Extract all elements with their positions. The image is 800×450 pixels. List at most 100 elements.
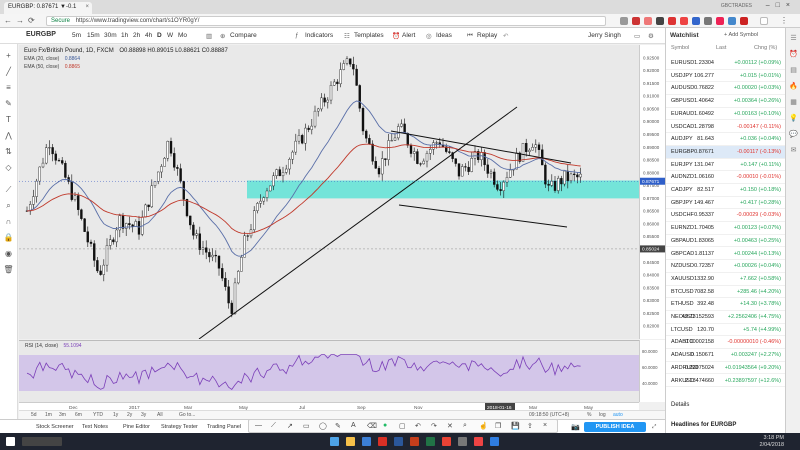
- close-toolbar-icon[interactable]: ×: [543, 422, 547, 429]
- trendline-icon[interactable]: ╱: [3, 66, 14, 77]
- range-3y[interactable]: 3y: [141, 412, 146, 418]
- headlines-section[interactable]: Headlines for EURGBP: [671, 422, 736, 428]
- auto-scale-toggle[interactable]: auto: [613, 412, 623, 418]
- star-icon[interactable]: [620, 17, 628, 25]
- interval-mo[interactable]: Mo: [178, 32, 187, 39]
- ema50-label[interactable]: EMA (50, close): [24, 64, 59, 70]
- save-icon[interactable]: 💾: [511, 422, 520, 430]
- watchlist-row[interactable]: ARDRUSD 0.23075024 +0.01943564 (+9.20%): [666, 362, 786, 375]
- search-box[interactable]: [22, 437, 62, 446]
- calendar-icon[interactable]: ▦: [789, 98, 798, 107]
- publish-idea-button[interactable]: PUBLISH IDEA: [584, 422, 646, 432]
- templates-button[interactable]: Templates: [354, 32, 384, 39]
- watchlist-row[interactable]: ADABTC 0.00002158 -0.00000010 (-0.46%): [666, 336, 786, 350]
- taskbar-app-icon[interactable]: [474, 437, 483, 446]
- watchlist-row[interactable]: GBPCAD 1.81137 +0.00244 (+0.13%): [666, 248, 786, 261]
- rsi-label[interactable]: RSI (14, close): [25, 343, 58, 349]
- watchlist-row[interactable]: GBPUSD 1.40642 +0.00364 (+0.26%): [666, 95, 786, 108]
- extension-icon[interactable]: [632, 17, 640, 25]
- interval-2h[interactable]: 2h: [133, 32, 140, 39]
- watchlist-row[interactable]: NEOUSD 49.73152593 +2.2562406 (+4.75%): [666, 311, 786, 324]
- details-section[interactable]: Details: [671, 402, 689, 408]
- watchlist-row[interactable]: USDCAD 1.28798 -0.00147 (-0.11%): [666, 121, 786, 134]
- share-icon[interactable]: ⇪: [527, 422, 533, 430]
- indicators-button[interactable]: Indicators: [305, 32, 333, 39]
- percent-scale-toggle[interactable]: %: [587, 412, 591, 418]
- ema20-label[interactable]: EMA (20, close): [24, 56, 59, 62]
- fib-icon[interactable]: ≡: [3, 82, 14, 93]
- watchlist-row[interactable]: USDJPY 106.277 +0.015 (+0.01%): [666, 70, 786, 83]
- range-3m[interactable]: 3m: [59, 412, 66, 418]
- redo-drawing-icon[interactable]: ↷: [431, 422, 437, 430]
- browser-tab[interactable]: EURGBP: 0.87671 ▼-0.1 ×: [4, 2, 92, 14]
- watchlist-row[interactable]: CADJPY 82.517 +0.150 (+0.18%): [666, 184, 786, 197]
- menu-icon[interactable]: ⋮: [780, 16, 788, 25]
- pointer-icon[interactable]: ☝: [479, 422, 488, 430]
- watchlist-row[interactable]: GBPAUD 1.83065 +0.00463 (+0.25%): [666, 235, 786, 248]
- watchlist-row[interactable]: ADAUSD 0.150671 +0.003247 (+2.27%): [666, 349, 786, 362]
- taskbar-app-icon[interactable]: [490, 437, 499, 446]
- taskbar-app-icon[interactable]: [410, 437, 419, 446]
- zoom-tool-icon[interactable]: ⌕: [463, 422, 467, 430]
- forward-icon[interactable]: →: [16, 16, 24, 25]
- settings-icon[interactable]: ⚙: [648, 32, 654, 40]
- tab-stock-screener[interactable]: Stock Screener: [36, 424, 74, 430]
- watchlist-row[interactable]: AUDNZD 1.06160 -0.00010 (-0.01%): [666, 171, 786, 184]
- eraser-icon[interactable]: ⌫: [367, 422, 377, 430]
- taskbar-app-icon[interactable]: [378, 437, 387, 446]
- zoom-icon[interactable]: ⌕: [3, 200, 14, 211]
- extension-icon[interactable]: [656, 17, 664, 25]
- prediction-icon[interactable]: ⇅: [3, 146, 14, 157]
- highlight-icon[interactable]: ✎: [335, 422, 341, 430]
- extension-icon[interactable]: [668, 17, 676, 25]
- watchlist-row[interactable]: BTCUSD 7082.58 +285.46 (+4.20%): [666, 286, 786, 299]
- watchlist-row[interactable]: EURAUD 1.60492 +0.00163 (+0.10%): [666, 108, 786, 121]
- time-scale[interactable]: Dec 2017 Mar May Jul Sep Nov 2018-01-16 Mar May: [19, 402, 639, 411]
- taskbar-clock[interactable]: 3:18 PM 2/04/2018: [760, 435, 784, 448]
- replay-button[interactable]: Replay: [477, 32, 497, 39]
- ideas-stream-icon[interactable]: 💡: [789, 114, 798, 123]
- symbol-search[interactable]: EURGBP: [26, 31, 56, 38]
- price-chart[interactable]: [19, 45, 639, 339]
- color-icon[interactable]: ●: [383, 422, 387, 429]
- range-1y[interactable]: 1y: [113, 412, 118, 418]
- col-symbol[interactable]: Symbol: [671, 45, 689, 51]
- chrome-icon[interactable]: [442, 437, 451, 446]
- watchlist-row[interactable]: GBPJPY 149.467 +0.417 (+0.28%): [666, 197, 786, 210]
- taskbar-app-icon[interactable]: [458, 437, 467, 446]
- fullscreen-icon[interactable]: ⤢: [652, 424, 656, 431]
- interval-w[interactable]: W: [167, 32, 173, 39]
- col-last[interactable]: Last: [716, 45, 726, 51]
- watchlist-row[interactable]: NZDUSD 0.72357 +0.00026 (+0.04%): [666, 260, 786, 273]
- log-scale-toggle[interactable]: log: [599, 412, 606, 418]
- watchlist-row[interactable]: EURNZD 1.70405 +0.00123 (+0.07%): [666, 222, 786, 235]
- interval-1h[interactable]: 1h: [121, 32, 128, 39]
- tab-text-notes[interactable]: Text Notes: [82, 424, 108, 430]
- watchlist-row[interactable]: EURGBP 0.87671 -0.00117 (-0.13%): [666, 145, 786, 159]
- clear-icon[interactable]: ✕: [447, 422, 453, 430]
- rectangle-icon[interactable]: ▭: [303, 422, 310, 430]
- goto-date[interactable]: Go to...: [179, 412, 195, 418]
- crosshair-icon[interactable]: +: [3, 50, 14, 61]
- rsi-pane[interactable]: RSI (14, close) 55.1094: [19, 340, 639, 402]
- close-tab-icon[interactable]: ×: [85, 4, 89, 10]
- interval-15m[interactable]: 15m: [87, 32, 100, 39]
- range-2y[interactable]: 2y: [127, 412, 132, 418]
- line-icon[interactable]: ⟋: [271, 422, 276, 430]
- window-controls[interactable]: –□×: [766, 2, 796, 9]
- text-tool-icon[interactable]: A: [351, 422, 356, 429]
- range-ytd[interactable]: YTD: [93, 412, 103, 418]
- watchlist-row[interactable]: EURUSD 1.23304 +0.00112 (+0.09%): [666, 57, 786, 70]
- extension-icon[interactable]: [740, 17, 748, 25]
- range-6m[interactable]: 6m: [75, 412, 82, 418]
- undo-icon[interactable]: ↶: [503, 32, 508, 40]
- watchlist-row[interactable]: ARKUSD 2.13474660 +0.23897597 (+12.6%): [666, 375, 786, 388]
- tab-trading-panel[interactable]: Trading Panel: [207, 424, 241, 430]
- compare-button[interactable]: Compare: [230, 32, 257, 39]
- extension-icon[interactable]: [680, 17, 688, 25]
- messages-icon[interactable]: ✉: [789, 146, 798, 155]
- range-5d[interactable]: 5d: [31, 412, 37, 418]
- data-window-icon[interactable]: ▤: [789, 66, 798, 75]
- chart-style-icon[interactable]: ▥: [206, 32, 212, 40]
- col-change[interactable]: Chng (%): [754, 45, 777, 51]
